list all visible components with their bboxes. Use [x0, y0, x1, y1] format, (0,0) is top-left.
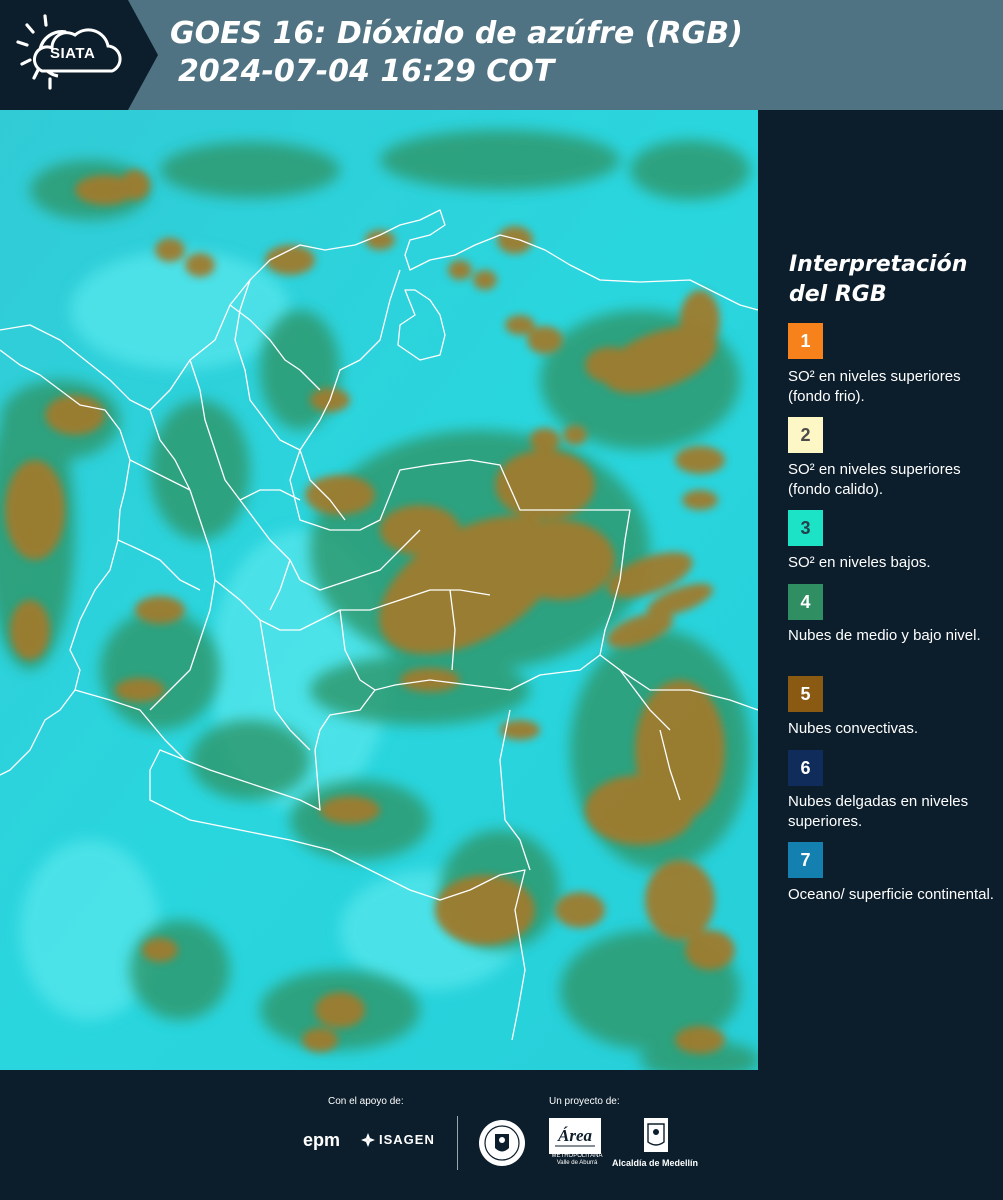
siata-logo: SIATA: [0, 0, 160, 110]
legend-label-6: Nubes delgadas en niveles superiores.: [788, 793, 969, 830]
satellite-image[interactable]: [0, 110, 758, 1070]
area-logo-text: Área: [557, 1126, 593, 1145]
page-timestamp: 2024-07-04 16:29 COT: [178, 54, 555, 89]
legend-swatch-6: 6: [788, 750, 823, 786]
legend-swatch-1: 1: [788, 323, 823, 359]
legend-swatch-7: 7: [788, 842, 823, 878]
footer-divider: [457, 1116, 458, 1170]
footer: Con el apoyo de: Un proyecto de: epm ISA…: [0, 1070, 1003, 1200]
legend-panel: Interpretación del RGB 1 SO² en niveles …: [758, 110, 1003, 1070]
legend-label-4: Nubes de medio y bajo nivel.: [788, 627, 981, 644]
support-label: Con el apoyo de:: [328, 1096, 404, 1107]
epm-logo: epm: [303, 1130, 341, 1150]
isagen-logo: ISAGEN: [379, 1132, 435, 1147]
page-title: GOES 16: Dióxido de azúfre (RGB): [170, 16, 743, 51]
alcaldia-shield-icon: [644, 1118, 668, 1152]
siata-logo-text: SIATA: [50, 45, 96, 62]
alcaldia-medellin-logo: Alcaldía de Medellín: [612, 1158, 699, 1168]
project-label: Un proyecto de:: [549, 1096, 620, 1107]
so2-rgb-map[interactable]: [0, 110, 758, 1070]
metro-seal-icon: [479, 1120, 525, 1166]
legend-swatch-5: 5: [788, 676, 823, 712]
legend-label-5: Nubes convectivas.: [788, 720, 919, 737]
legend-label-3: SO² en niveles bajos.: [788, 554, 931, 571]
legend-label-1: SO² en niveles superiores (fondo frio).: [788, 368, 961, 405]
legend-label-7: Oceano/ superficie continental.: [788, 886, 994, 903]
legend-swatch-4: 4: [788, 584, 823, 620]
header-bar: SIATA GOES 16: Dióxido de azúfre (RGB) 2…: [0, 0, 1003, 110]
area-subtitle: METROPOLITANA Valle de Aburrá: [551, 1153, 603, 1166]
legend-swatch-2: 2: [788, 417, 823, 453]
legend-title: Interpretación del RGB: [789, 252, 968, 307]
legend-swatch-3: 3: [788, 510, 823, 546]
area-metropolitana-logo: Área: [549, 1118, 601, 1154]
